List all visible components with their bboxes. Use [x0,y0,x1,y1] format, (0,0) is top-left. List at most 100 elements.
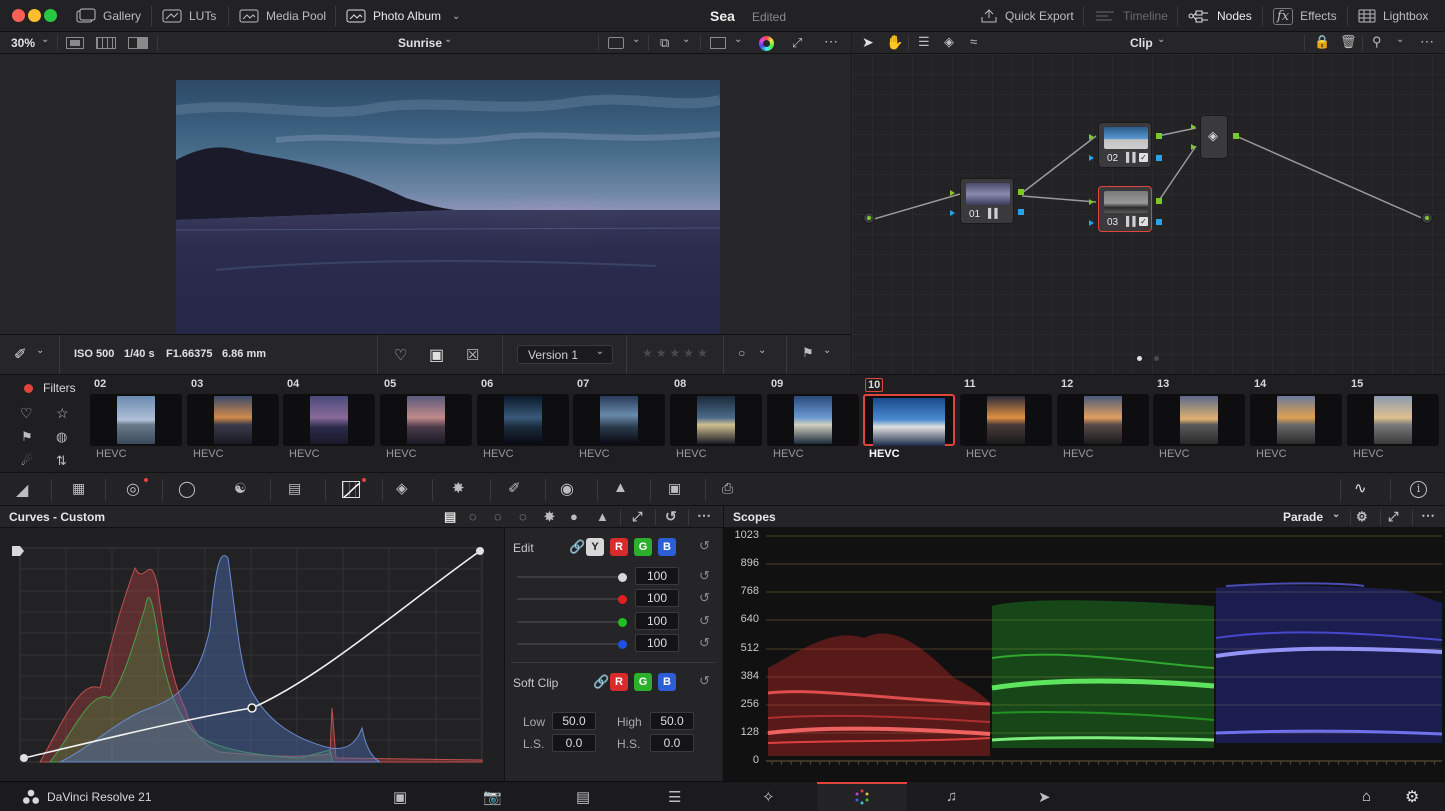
high-value[interactable]: 50.0 [650,712,694,730]
qualifier-eyedropper-icon[interactable]: ✐ [508,479,521,497]
effects-button[interactable]: fx Effects [1273,0,1337,32]
chevron-down-icon[interactable]: ⌄ [1396,34,1404,45]
reset-icon[interactable]: ↺ [699,635,710,651]
output-node[interactable] [1421,212,1433,224]
clip-thumbnail[interactable]: 12 HEVC [1057,376,1149,472]
lock-icon[interactable]: 🔒 [1314,34,1330,50]
chevron-down-icon[interactable]: ⌄ [1332,509,1340,520]
b-intensity-slider[interactable] [517,639,627,649]
reset-icon[interactable]: ↺ [699,590,710,606]
reset-icon[interactable]: ↺ [665,508,677,525]
node-03-rgb-out[interactable] [1156,198,1162,204]
g-intensity-value[interactable]: 100 [635,612,679,630]
clip-thumbnail[interactable]: 06 HEVC [477,376,569,472]
channel-b-button[interactable]: B [658,538,676,556]
version-select[interactable]: Version 1 ⌄ [517,345,613,364]
page-dot-active[interactable] [1137,356,1142,361]
node-03-rgb-in[interactable] [1089,199,1094,205]
node-02-alpha-in[interactable] [1089,155,1094,161]
node-02-alpha-out[interactable] [1156,155,1162,161]
curves-icon[interactable] [342,481,361,498]
more-options-icon[interactable]: ⋯ [1421,507,1435,524]
favorite-image-icon[interactable]: ♡ [394,346,407,364]
r-intensity-value[interactable]: 100 [635,589,679,607]
clip-thumbnail[interactable]: 05 HEVC [380,376,472,472]
color-wheels-icon[interactable]: ◎ [126,479,140,499]
node-03-alpha-out[interactable] [1156,219,1162,225]
scopes-toggle-icon[interactable]: ∿ [1354,479,1367,497]
node-01-rgb-out[interactable] [1018,189,1024,195]
filters-label[interactable]: Filters [43,381,76,395]
close-window-button[interactable] [12,9,25,22]
lum-vs-sat-icon[interactable]: ✸ [544,509,555,525]
minimize-window-button[interactable] [28,9,41,22]
node-02-rgb-out[interactable] [1156,133,1162,139]
key-icon[interactable]: ▣ [668,480,681,497]
reset-icon[interactable]: ↺ [699,538,710,554]
node-01-alpha-out[interactable] [1018,209,1024,215]
flag-icon[interactable]: ⚑ [21,429,33,445]
node-mode[interactable]: Clip [1130,36,1153,50]
channel-g-button[interactable]: G [634,538,652,556]
chevron-down-icon[interactable]: ⌄ [41,34,49,45]
hue-vs-sat-icon[interactable]: ◌ [494,509,502,524]
chevron-down-icon[interactable]: ⌄ [734,34,742,45]
clip-thumbnail[interactable]: 09 HEVC [767,376,859,472]
color-warper-icon[interactable]: ◈ [396,479,408,497]
pointer-icon[interactable]: ➤ [862,34,874,51]
eyedropper-icon[interactable]: ✐ [14,345,27,363]
luts-button[interactable]: LUTs [162,0,216,32]
channel-y-button[interactable]: Y [586,538,604,556]
scope-mode[interactable]: Parade [1283,510,1323,524]
chevron-down-icon[interactable]: ⌄ [823,345,831,356]
clip-thumbnail[interactable]: 04 HEVC [283,376,375,472]
grid-view-icon[interactable] [96,37,116,49]
settings-gear-icon[interactable]: ⚙ [1405,787,1419,807]
chevron-down-icon[interactable]: ⌄ [444,34,452,45]
y-intensity-value[interactable]: 100 [635,567,679,585]
color-page-tab[interactable] [817,782,907,811]
cut-page-icon[interactable]: 📷 [483,788,502,806]
nodes-button[interactable]: Nodes [1188,0,1252,32]
rating-stars[interactable]: ★★★★★ [642,346,711,360]
blur-icon[interactable]: ▲ [613,479,628,496]
gallery-button[interactable]: Gallery [76,0,141,32]
b-intensity-value[interactable]: 100 [635,634,679,652]
viewer-image[interactable] [176,80,720,334]
hand-icon[interactable]: ✋ [886,34,903,51]
link-icon[interactable]: 🔗 [569,539,585,555]
color-wheel-icon[interactable] [759,36,774,51]
mesh-icon[interactable]: ✸ [452,479,465,497]
reset-icon[interactable]: ↺ [699,673,710,689]
layer-mixer-out[interactable] [1233,133,1239,139]
clip-thumbnail[interactable]: 15 HEVC [1347,376,1439,472]
clip-thumbnail[interactable]: 08 HEVC [670,376,762,472]
chevron-down-icon[interactable]: ⌄ [758,345,766,356]
media-pool-button[interactable]: Media Pool [239,0,326,32]
fairlight-page-icon[interactable]: ✧ [762,788,775,806]
connections-icon[interactable]: ≈ [970,34,977,49]
heart-icon[interactable]: ♡ [20,405,33,422]
single-view-icon[interactable] [66,37,84,49]
link-icon[interactable]: 🔗 [593,674,609,690]
node-graph[interactable]: 01 ▌▌ 02 ▌▌ ✓ 03 ▌▌ ✓ ◈ [852,54,1445,374]
zoom-level[interactable]: 30% [11,36,35,50]
chevron-down-icon[interactable]: ⌄ [1157,34,1165,45]
reset-icon[interactable]: ↺ [699,613,710,629]
home-icon[interactable]: ⌂ [1362,788,1371,805]
layers-icon[interactable]: ◈ [944,34,954,50]
layer-mixer-in-1[interactable] [1191,124,1196,130]
info-icon[interactable]: i [1410,481,1427,498]
sat-vs-lum-icon[interactable]: ▲ [596,509,609,524]
high-soft-value[interactable]: 0.0 [650,734,694,752]
node-03-alpha-in[interactable] [1089,220,1094,226]
clip-name[interactable]: Sunrise [398,36,442,50]
softclip-g-button[interactable]: G [634,673,652,691]
chevron-down-icon[interactable]: ⌄ [632,34,640,45]
node-01-rgb-in[interactable] [950,190,955,196]
expand-icon[interactable]: ⤢ [1388,509,1398,525]
media-page-icon[interactable]: ▣ [393,788,407,806]
more-options-icon[interactable]: ⋯ [697,507,711,524]
star-icon[interactable]: ☆ [56,405,69,422]
g-intensity-slider[interactable] [517,617,627,627]
